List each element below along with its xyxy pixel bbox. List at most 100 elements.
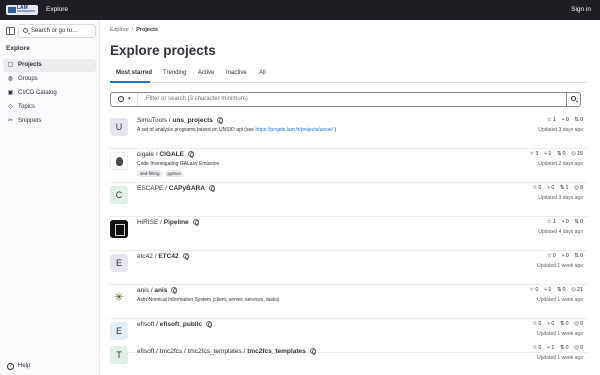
sidebar: Search or go to… Explore ▢ Projects ◍ Gr… bbox=[0, 20, 100, 375]
breadcrumb-projects[interactable]: Projects bbox=[136, 27, 158, 33]
tab-active[interactable]: Active bbox=[198, 70, 214, 76]
public-globe-icon bbox=[216, 117, 223, 124]
tab-trending[interactable]: Trending bbox=[163, 70, 186, 76]
project-row: T efisoft / tmc2fcs / tmc2fcs_templates … bbox=[110, 343, 587, 375]
project-avatar[interactable] bbox=[110, 288, 128, 306]
filter-input[interactable]: Filter or search (3 character minimum) bbox=[146, 96, 248, 102]
project-name[interactable]: efisoft / efisoft_public bbox=[137, 321, 213, 328]
issues-count[interactable]: ◎8 bbox=[574, 185, 583, 191]
mrs-count[interactable]: ⇅0 bbox=[557, 151, 566, 157]
issues-count[interactable]: ◎0 bbox=[574, 321, 583, 327]
project-title[interactable]: Pipeline bbox=[164, 219, 189, 226]
project-title[interactable]: CIGALE bbox=[159, 151, 184, 158]
star-icon: ☆ bbox=[546, 117, 552, 123]
search-icon bbox=[23, 28, 28, 33]
project-name[interactable]: ESCAPE / CAPyBARA bbox=[137, 185, 215, 192]
stars-count[interactable]: ☆0 bbox=[547, 253, 556, 259]
tab-inactive[interactable]: Inactive bbox=[226, 70, 247, 76]
sidebar-item-groups[interactable]: ◍ Groups bbox=[3, 73, 96, 86]
project-name[interactable]: cigale / CIGALE bbox=[137, 151, 194, 158]
page-title: Explore projects bbox=[110, 43, 216, 58]
active-tab-indicator bbox=[110, 81, 150, 83]
sidebar-search-label: Search or go to… bbox=[31, 28, 79, 34]
sign-in-link[interactable]: Sign in bbox=[571, 6, 591, 13]
stars-count[interactable]: ☆0 bbox=[529, 287, 538, 293]
explore-link[interactable]: Explore bbox=[46, 6, 68, 13]
search-icon bbox=[571, 96, 576, 101]
stars-count[interactable]: ☆1 bbox=[547, 117, 556, 123]
stars-count[interactable]: ☆0 bbox=[532, 185, 541, 191]
project-avatar[interactable]: E bbox=[110, 322, 128, 340]
project-name[interactable]: etc42 / ETC42 bbox=[137, 253, 189, 260]
project-namespace: cigale / bbox=[137, 151, 160, 158]
updated-time: Updated 1 week ago bbox=[537, 297, 583, 303]
forks-count[interactable]: ⑂0 bbox=[561, 219, 568, 225]
mrs-count[interactable]: ⇅0 bbox=[557, 287, 566, 293]
mrs-count[interactable]: ⇅0 bbox=[560, 321, 569, 327]
project-name[interactable]: HiRISE / Pipeline bbox=[137, 219, 199, 226]
project-name[interactable]: efisoft / tmc2fcs / tmc2fcs_templates / … bbox=[137, 348, 316, 355]
forks-count[interactable]: ⑂1 bbox=[547, 345, 554, 351]
project-avatar[interactable] bbox=[110, 220, 128, 238]
project-namespace: efisoft / tmc2fcs / tmc2fcs_templates / bbox=[137, 348, 248, 355]
project-avatar[interactable]: C bbox=[110, 186, 128, 204]
lam-logo[interactable]: LAM bbox=[6, 5, 38, 15]
tab-most-starred[interactable]: Most starred bbox=[116, 70, 152, 76]
chevron-down-icon: ▾ bbox=[128, 96, 131, 102]
project-avatar[interactable] bbox=[110, 152, 128, 170]
stars-value: 1 bbox=[552, 219, 556, 225]
stars-count[interactable]: ☆3 bbox=[529, 151, 538, 157]
stars-count[interactable]: ☆0 bbox=[532, 345, 541, 351]
forks-count[interactable]: ⑂1 bbox=[544, 151, 551, 157]
mrs-count[interactable]: ⇅1 bbox=[560, 185, 569, 191]
issues-count[interactable]: ◎21 bbox=[571, 287, 583, 293]
project-name[interactable]: anis / anis bbox=[137, 287, 178, 294]
issues-count[interactable]: ◎0 bbox=[574, 345, 583, 351]
sidebar-item-cicd-catalog[interactable]: ▣ CI/CD Catalog bbox=[3, 87, 96, 100]
sidebar-item-topics[interactable]: ◇ Topics bbox=[3, 101, 96, 114]
issues-count[interactable]: ◎15 bbox=[571, 151, 583, 157]
project-name[interactable]: SimuTools / uns_projects bbox=[137, 117, 223, 124]
project-title[interactable]: CAPyBARA bbox=[169, 185, 205, 192]
project-avatar[interactable]: U bbox=[110, 118, 128, 136]
topic-tag[interactable]: sed-fitting bbox=[137, 170, 163, 177]
project-avatar[interactable]: E bbox=[110, 254, 128, 272]
sidebar-help[interactable]: ? Help bbox=[3, 360, 96, 373]
mrs-count[interactable]: ⇅0 bbox=[574, 253, 583, 259]
forks-count[interactable]: ⑂0 bbox=[547, 185, 554, 191]
tab-all[interactable]: All bbox=[259, 70, 266, 76]
stars-value: 0 bbox=[538, 321, 542, 327]
project-title[interactable]: anis bbox=[154, 287, 167, 294]
issues-icon: ◎ bbox=[571, 151, 576, 157]
search-button[interactable] bbox=[566, 92, 581, 107]
filter-search-bar[interactable]: ▾ Filter or search (3 character minimum) bbox=[110, 92, 580, 107]
sidebar-item-snippets[interactable]: ✂ Snippets bbox=[3, 115, 96, 128]
project-title[interactable]: efisoft_public bbox=[160, 321, 202, 328]
forks-count[interactable]: ⑂0 bbox=[547, 321, 554, 327]
mrs-count[interactable]: ⇅0 bbox=[560, 345, 569, 351]
description-link[interactable]: https://projets.lam.fr/projects/unsio/ bbox=[255, 127, 333, 133]
recent-searches-dropdown[interactable]: ▾ bbox=[111, 93, 138, 106]
project-title[interactable]: ETC42 bbox=[158, 253, 178, 260]
project-avatar[interactable]: T bbox=[110, 346, 128, 364]
forks-count[interactable]: ⑂1 bbox=[544, 287, 551, 293]
project-namespace: ESCAPE / bbox=[137, 185, 169, 192]
sidebar-item-label: Snippets bbox=[18, 118, 42, 124]
group-icon: ◍ bbox=[7, 76, 14, 82]
forks-count[interactable]: ⑂0 bbox=[561, 253, 568, 259]
mrs-value: 0 bbox=[565, 321, 569, 327]
project-title[interactable]: uns_projects bbox=[172, 117, 212, 124]
public-globe-icon bbox=[187, 151, 194, 158]
sidebar-toggle-icon[interactable] bbox=[6, 27, 15, 35]
mrs-count[interactable]: ⇅0 bbox=[574, 219, 583, 225]
forks-count[interactable]: ⑂0 bbox=[561, 117, 568, 123]
project-title[interactable]: tmc2fcs_templates bbox=[247, 348, 306, 355]
sidebar-search-button[interactable]: Search or go to… bbox=[18, 24, 96, 38]
sidebar-item-projects[interactable]: ▢ Projects bbox=[3, 59, 96, 72]
breadcrumb-explore[interactable]: Explore bbox=[110, 27, 129, 33]
topic-tag[interactable]: python bbox=[164, 170, 185, 177]
stars-count[interactable]: ☆1 bbox=[547, 219, 556, 225]
stars-count[interactable]: ☆0 bbox=[532, 321, 541, 327]
mrs-count[interactable]: ⇅0 bbox=[574, 117, 583, 123]
updated-time: Updated 1 week ago bbox=[537, 355, 583, 361]
